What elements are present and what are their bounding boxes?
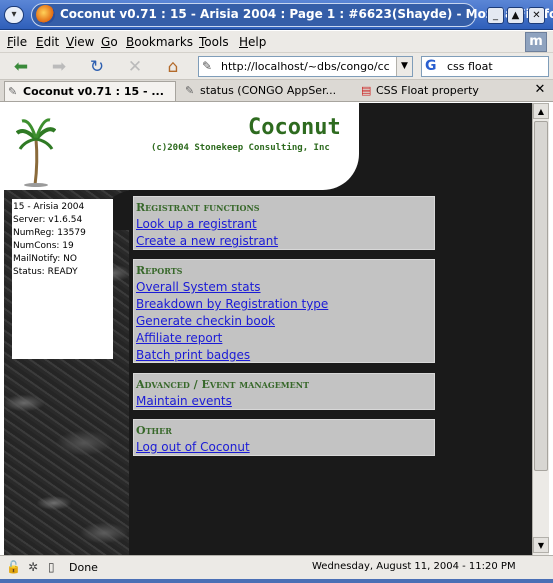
status-state: Status: READY: [13, 267, 78, 277]
menu-tools[interactable]: Tools: [199, 35, 229, 49]
tab-label: Coconut v0.71 : 15 - ...: [23, 85, 164, 98]
window-title: Coconut v0.71 : 15 - Arisia 2004 : Page …: [60, 7, 553, 21]
firefox-logo-icon: [36, 5, 55, 24]
link-batch-badges[interactable]: Batch print badges: [136, 347, 432, 364]
maximize-button[interactable]: ▲: [507, 7, 524, 24]
page-icon: ✎: [202, 59, 213, 73]
status-event: 15 - Arisia 2004: [13, 202, 85, 212]
tab-label: status (CONGO AppSer...: [200, 84, 337, 97]
search-bar[interactable]: G css float: [421, 56, 549, 77]
section-registrant-functions: Registrant functions Look up a registran…: [133, 196, 435, 250]
scrollbar-thumb[interactable]: [534, 121, 548, 471]
search-input[interactable]: css float: [447, 60, 493, 73]
url-dropdown-icon[interactable]: ▼: [396, 57, 412, 76]
link-system-stats[interactable]: Overall System stats: [136, 279, 432, 296]
scroll-down-icon[interactable]: ▼: [533, 537, 549, 553]
tab-css-float[interactable]: ▤ CSS Float property: [358, 81, 526, 101]
section-title: Registrant functions: [136, 201, 260, 214]
menu-bookmarks[interactable]: Bookmarks: [126, 35, 193, 49]
link-maintain-events[interactable]: Maintain events: [136, 393, 432, 410]
reload-icon[interactable]: ↻: [84, 56, 110, 78]
link-checkin-book[interactable]: Generate checkin book: [136, 313, 432, 330]
url-text[interactable]: http://localhost/~dbs/congo/cc: [221, 60, 391, 73]
page-icon: ✎: [8, 85, 18, 98]
tab-bar: ✎ Coconut v0.71 : 15 - ... ✎ status (CON…: [0, 80, 553, 102]
status-text: Done: [69, 561, 98, 574]
tab-status[interactable]: ✎ status (CONGO AppSer...: [182, 81, 352, 101]
window-border: [0, 579, 553, 583]
minimize-button[interactable]: _: [487, 7, 504, 24]
menu-file[interactable]: File: [7, 35, 27, 49]
navigation-toolbar: ⬅ ➡ ↻ ✕ ⌂ ✎ http://localhost/~dbs/congo/…: [0, 53, 553, 80]
link-lookup-registrant[interactable]: Look up a registrant: [136, 216, 432, 233]
lock-icon: 🔓: [6, 560, 21, 574]
status-bar: 🔓 ✲ ▯ Done Wednesday, August 11, 2004 - …: [0, 555, 553, 579]
page-icon: ✎: [185, 84, 195, 97]
back-arrow-icon[interactable]: ⬅: [8, 56, 34, 78]
status-mailnotify: MailNotify: NO: [13, 254, 77, 264]
menu-help[interactable]: Help: [239, 35, 266, 49]
section-advanced: Advanced / Event management Maintain eve…: [133, 373, 435, 410]
status-numreg: NumReg: 13579: [13, 228, 86, 238]
menu-go[interactable]: Go: [101, 35, 118, 49]
link-logout[interactable]: Log out of Coconut: [136, 439, 432, 456]
tab-coconut[interactable]: ✎ Coconut v0.71 : 15 - ...: [4, 81, 176, 101]
app-logo-title: Coconut: [248, 115, 341, 140]
bug-icon: ✲: [28, 560, 39, 574]
section-reports: Reports Overall System stats Breakdown b…: [133, 259, 435, 363]
palm-tree-logo-icon: [16, 118, 56, 187]
status-numcons: NumCons: 19: [13, 241, 74, 251]
close-window-button[interactable]: ✕: [528, 7, 545, 24]
document-icon: ▤: [361, 84, 372, 97]
google-search-icon[interactable]: G: [425, 58, 437, 74]
title-bar: ▾ Coconut v0.71 : 15 - Arisia 2004 : Pag…: [0, 0, 553, 30]
section-title: Reports: [136, 264, 183, 277]
throbber-icon: m: [525, 32, 547, 52]
status-server: Server: v1.6.54: [13, 215, 83, 225]
window-menu-button[interactable]: ▾: [4, 6, 24, 24]
home-icon[interactable]: ⌂: [160, 56, 186, 78]
section-title: Other: [136, 424, 172, 437]
section-other: Other Log out of Coconut: [133, 419, 435, 456]
menu-edit[interactable]: Edit: [36, 35, 59, 49]
link-breakdown-registration[interactable]: Breakdown by Registration type: [136, 296, 432, 313]
forward-arrow-icon[interactable]: ➡: [46, 56, 72, 78]
page-content: Coconut (c)2004 Stonekeep Consulting, In…: [4, 103, 532, 555]
close-tab-icon[interactable]: ✕: [532, 82, 548, 99]
document-icon: ▯: [48, 560, 55, 574]
app-copyright: (c)2004 Stonekeep Consulting, Inc: [151, 143, 330, 153]
link-affiliate-report[interactable]: Affiliate report: [136, 330, 432, 347]
status-panel: 15 - Arisia 2004 Server: v1.6.54 NumReg:…: [12, 199, 113, 359]
stop-icon[interactable]: ✕: [122, 56, 148, 78]
vertical-scrollbar[interactable]: ▲ ▼: [532, 103, 549, 555]
scroll-up-icon[interactable]: ▲: [533, 103, 549, 119]
menu-view[interactable]: View: [66, 35, 94, 49]
menu-bar: File Edit View Go Bookmarks Tools Help m: [0, 31, 553, 53]
url-bar[interactable]: ✎ http://localhost/~dbs/congo/cc ▼: [198, 56, 413, 77]
section-title: Advanced / Event management: [136, 378, 310, 391]
link-create-registrant[interactable]: Create a new registrant: [136, 233, 432, 250]
status-datetime: Wednesday, August 11, 2004 - 11:20 PM: [312, 561, 516, 572]
tab-label: CSS Float property: [376, 84, 479, 97]
